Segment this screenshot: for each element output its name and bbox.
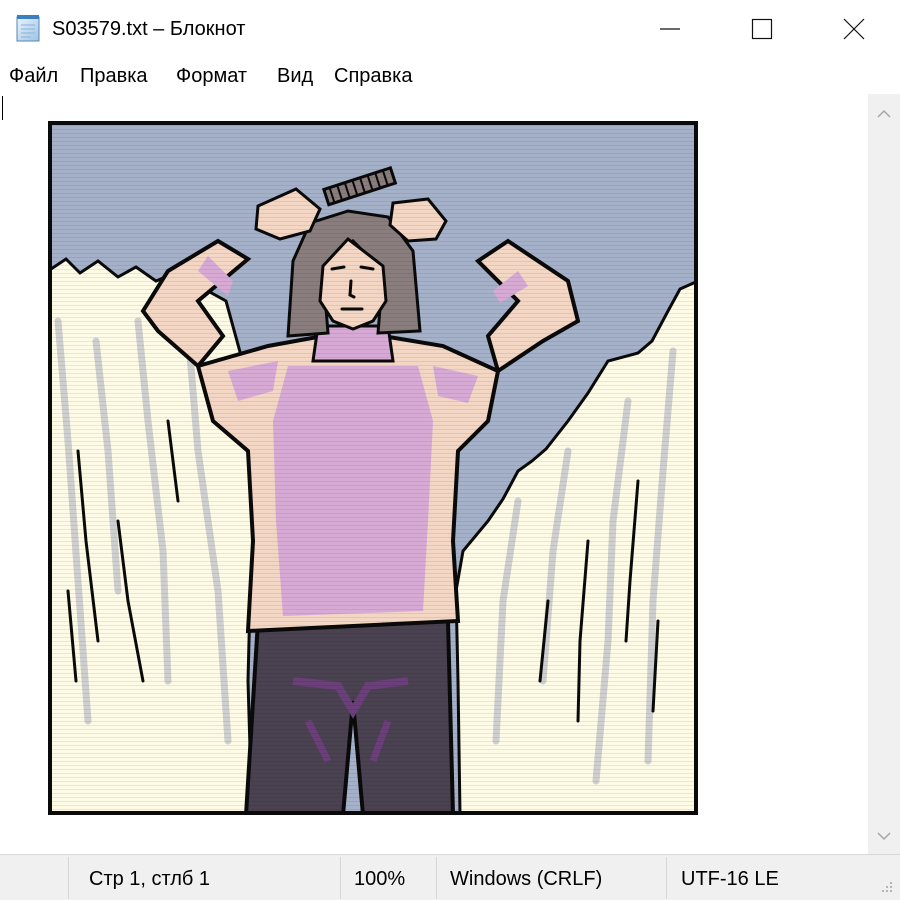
text-editor[interactable]	[0, 94, 868, 854]
minimize-button[interactable]	[624, 0, 716, 58]
window-title: S03579.txt – Блокнот	[52, 18, 246, 40]
menu-view[interactable]: Вид	[276, 63, 314, 89]
maximize-button[interactable]	[716, 0, 808, 58]
zoom-level: 100%	[354, 868, 406, 890]
menu-format[interactable]: Формат	[175, 63, 248, 89]
close-icon	[843, 18, 865, 40]
status-divider	[436, 857, 437, 899]
menu-bar: Файл Правка Формат Вид Справка	[0, 58, 900, 94]
text-caret	[2, 96, 3, 120]
vertical-scrollbar[interactable]	[868, 94, 900, 854]
status-divider	[340, 857, 341, 899]
title-bar: S03579.txt – Блокнот	[0, 0, 900, 58]
notepad-icon	[16, 15, 40, 42]
encoding: UTF-16 LE	[681, 868, 779, 890]
resize-grip-icon[interactable]	[874, 876, 896, 896]
maximize-icon	[751, 18, 773, 40]
cursor-position: Стр 1, стлб 1	[89, 868, 211, 890]
chevron-down-icon	[877, 832, 891, 841]
status-divider	[666, 857, 667, 899]
menu-edit[interactable]: Правка	[79, 63, 149, 89]
scroll-up-button[interactable]	[868, 98, 900, 130]
clipart-picture	[48, 121, 698, 815]
status-divider	[68, 857, 69, 899]
close-button[interactable]	[808, 0, 900, 58]
scroll-down-button[interactable]	[868, 820, 900, 852]
line-ending: Windows (CRLF)	[450, 868, 603, 890]
status-bar: Стр 1, стлб 1 100% Windows (CRLF) UTF-16…	[0, 854, 900, 900]
chevron-up-icon	[877, 109, 891, 118]
menu-help[interactable]: Справка	[333, 63, 413, 89]
menu-file[interactable]: Файл	[8, 63, 59, 89]
minimize-icon	[660, 28, 680, 30]
